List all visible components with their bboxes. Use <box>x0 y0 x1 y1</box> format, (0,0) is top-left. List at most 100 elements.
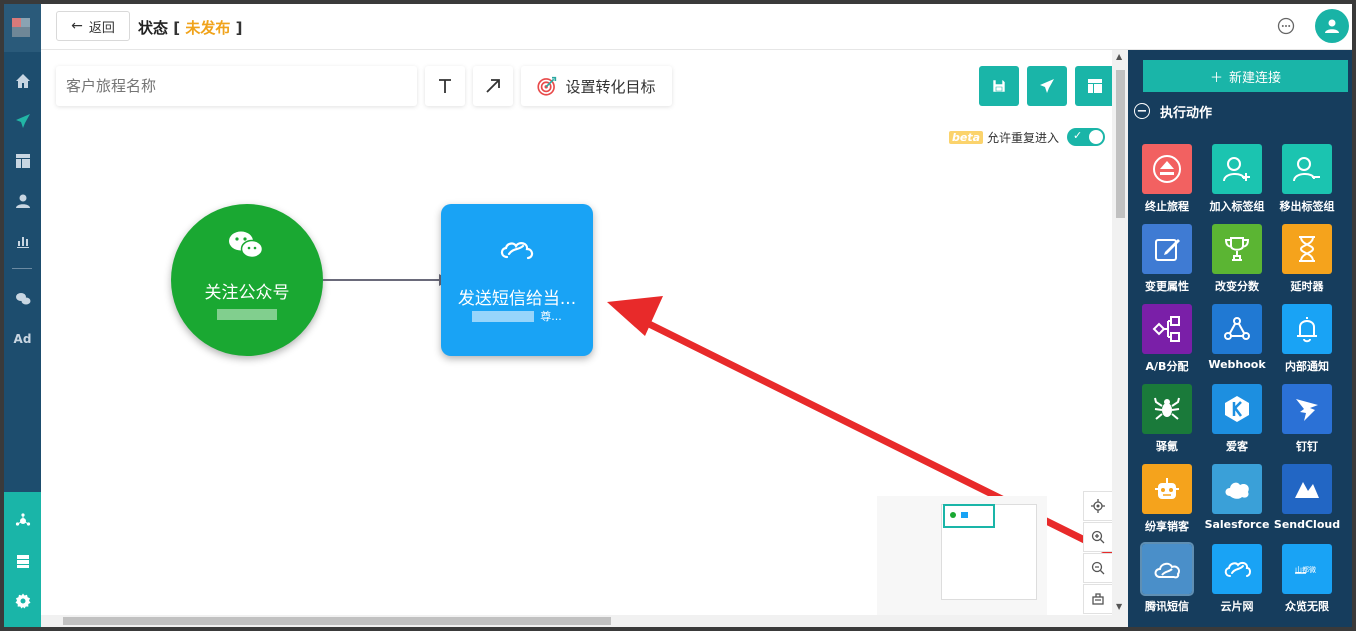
left-nav: Ad <box>4 4 41 627</box>
plus-icon: ＋ <box>1209 70 1223 86</box>
status-bracket-close: ] <box>235 19 243 37</box>
tile-change-score[interactable]: 改变分数 <box>1202 224 1272 302</box>
action-node-label: 发送短信给当... <box>457 289 577 309</box>
zoom-out-button[interactable] <box>1083 553 1113 583</box>
text-icon <box>439 79 451 93</box>
webhook-icon <box>1212 304 1262 354</box>
tile-yike[interactable]: 驿氪 <box>1132 384 1202 462</box>
edit-icon <box>1142 224 1192 274</box>
wechat-icon <box>229 231 264 259</box>
save-icon <box>992 79 1006 93</box>
tile-label: 变更属性 <box>1145 280 1189 293</box>
section-header[interactable]: − 执行动作 <box>1128 96 1352 126</box>
tile-label: 驿氪 <box>1156 440 1178 453</box>
avatar[interactable] <box>1315 9 1349 43</box>
reentry-toggle[interactable]: ✓ <box>1067 128 1106 146</box>
tile-label: 延时器 <box>1290 280 1324 293</box>
tile-fenxiang[interactable]: 纷享销客 <box>1132 464 1202 542</box>
cloud-icon <box>1140 542 1194 596</box>
trigger-node-account <box>217 309 277 320</box>
publish-icon <box>1040 79 1054 93</box>
tile-label: 加入标签组 <box>1209 200 1265 213</box>
save-button[interactable] <box>979 66 1019 106</box>
horizontal-scrollbar[interactable] <box>41 615 1128 627</box>
tile-internal-notice[interactable]: 内部通知 <box>1272 304 1342 382</box>
tile-label: 众览无限 <box>1285 600 1329 613</box>
tile-change-attribute[interactable]: 变更属性 <box>1132 224 1202 302</box>
tile-label: A/B分配 <box>1145 360 1189 373</box>
tile-add-tag-group[interactable]: 加入标签组 <box>1202 144 1272 222</box>
action-node-subtitle: 尊... <box>441 308 593 324</box>
target-icon <box>537 76 557 96</box>
fit-view-button[interactable] <box>1083 584 1113 614</box>
text-tool-button[interactable] <box>425 66 465 106</box>
tile-zhonglan[interactable]: 山都微 众览无限 <box>1272 544 1342 622</box>
layout-button[interactable] <box>1075 66 1115 106</box>
tile-timer[interactable]: 延时器 <box>1272 224 1342 302</box>
hub-icon[interactable] <box>4 508 41 534</box>
chat-icon[interactable] <box>1277 17 1295 35</box>
tile-label: 终止旅程 <box>1145 200 1189 213</box>
chart-icon[interactable] <box>4 228 41 254</box>
journey-name-input[interactable] <box>56 66 417 106</box>
new-connection-button[interactable]: ＋ 新建连接 <box>1143 60 1348 92</box>
tile-aike[interactable]: 爱客 <box>1202 384 1272 462</box>
set-goal-button[interactable]: 设置转化目标 <box>521 66 672 106</box>
layout-icon[interactable] <box>4 148 41 174</box>
top-header: ← 返回 状态 [ 未发布 ] <box>41 4 1352 50</box>
locate-button[interactable] <box>1083 491 1113 521</box>
gear-icon[interactable] <box>4 588 41 614</box>
tile-yunpian[interactable]: 云片网 <box>1202 544 1272 622</box>
beta-badge: beta <box>949 130 984 144</box>
collapse-icon: − <box>1134 103 1150 119</box>
status-value: 未发布 <box>185 19 231 37</box>
tile-label: 改变分数 <box>1215 280 1259 293</box>
new-connection-label: 新建连接 <box>1229 70 1282 86</box>
tile-webhook[interactable]: Webhook <box>1202 304 1272 382</box>
zoom-in-icon <box>1091 530 1105 544</box>
weiwei-text: 山都微 <box>1295 565 1316 574</box>
minimap[interactable] <box>877 496 1047 615</box>
publish-button[interactable] <box>1027 66 1067 106</box>
salesforce-icon <box>1212 464 1262 514</box>
tile-label: 钉钉 <box>1296 440 1318 453</box>
arrow-tool-button[interactable] <box>473 66 513 106</box>
k-icon <box>1212 384 1262 434</box>
vertical-scrollbar[interactable]: ▲ ▼ <box>1112 50 1128 615</box>
horizontal-scroll-thumb[interactable] <box>63 617 611 625</box>
tile-ab-split[interactable]: A/B分配 <box>1132 304 1202 382</box>
tile-salesforce[interactable]: Salesforce <box>1202 464 1272 542</box>
tile-dingtalk[interactable]: 钉钉 <box>1272 384 1342 462</box>
node-connector[interactable] <box>323 279 443 281</box>
check-icon: ✓ <box>1073 129 1083 142</box>
locate-icon <box>1091 499 1105 513</box>
tile-stop-journey[interactable]: 终止旅程 <box>1132 144 1202 222</box>
tile-label: 云片网 <box>1220 600 1254 613</box>
tile-label: 移出标签组 <box>1279 200 1335 213</box>
zoom-out-icon <box>1091 561 1105 575</box>
vertical-scroll-thumb[interactable] <box>1116 70 1125 218</box>
user-remove-icon <box>1282 144 1332 194</box>
ad-nav-item[interactable]: Ad <box>4 326 41 352</box>
tile-tencent-sms[interactable]: 腾讯短信 <box>1132 542 1202 622</box>
tile-label: Salesforce <box>1204 518 1270 531</box>
sendcloud-icon <box>1282 464 1332 514</box>
back-label: 返回 <box>88 20 115 36</box>
section-title: 执行动作 <box>1160 105 1213 121</box>
action-node[interactable]: 发送短信给当... 尊... <box>441 204 593 356</box>
home-icon[interactable] <box>4 68 41 94</box>
server-icon[interactable] <box>4 548 41 574</box>
wechat-icon[interactable] <box>4 286 41 312</box>
user-icon[interactable] <box>4 188 41 214</box>
journey-canvas[interactable]: 设置转化目标 beta 允许重复进入 ✓ 关 <box>41 50 1128 627</box>
tile-remove-tag-group[interactable]: 移出标签组 <box>1272 144 1342 222</box>
cloud-sms-icon <box>500 242 534 260</box>
tile-label: 爱客 <box>1226 440 1248 453</box>
send-icon[interactable] <box>4 108 41 134</box>
back-button[interactable]: ← 返回 <box>56 11 130 41</box>
robot-icon <box>1142 464 1192 514</box>
app-window: Ad ← 返回 状态 [ 未发布 ] 客户旅程名称 设置转化目标 beta 允许… <box>4 4 1352 627</box>
trigger-node[interactable]: 关注公众号 <box>171 204 323 356</box>
zoom-in-button[interactable] <box>1083 522 1113 552</box>
tile-sendcloud[interactable]: SendCloud <box>1272 464 1342 542</box>
